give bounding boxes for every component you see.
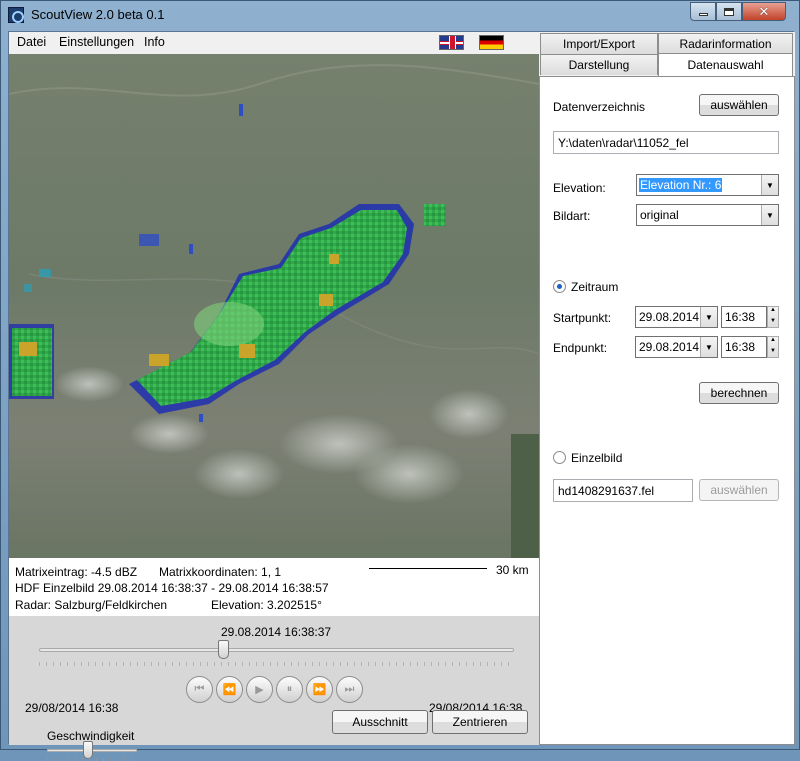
- matrix-coordinates: Matrixkoordinaten: 1, 1: [159, 565, 282, 579]
- end-date-value: 29.08.2014: [639, 340, 700, 354]
- rewind-button[interactable]: ⏪: [216, 676, 243, 703]
- start-date-value: 29.08.2014: [639, 310, 700, 324]
- chevron-down-icon: ▼: [700, 337, 717, 357]
- period-label[interactable]: Zeitraum: [571, 280, 618, 294]
- timeline-track[interactable]: [39, 648, 514, 652]
- timeline-ticks: [39, 662, 514, 666]
- current-time: 29.08.2014 16:38:37: [221, 625, 332, 639]
- radar-name: Radar: Salzburg/Feldkirchen: [15, 598, 168, 612]
- single-image-radio[interactable]: [553, 451, 566, 464]
- maximize-button[interactable]: [716, 2, 742, 21]
- info-panel: Matrixeintrag: -4.5 dBZ Matrixkoordinate…: [9, 558, 539, 616]
- start-time-spinner[interactable]: [767, 306, 779, 328]
- start-time-value: 16:38: [725, 310, 756, 324]
- center-button[interactable]: Zentrieren: [432, 710, 528, 734]
- matrix-value: Matrixeintrag: -4.5 dBZ: [15, 565, 138, 579]
- fast-forward-icon: ⏩: [312, 684, 327, 696]
- start-label: Startpunkt:: [553, 311, 612, 325]
- scale-label: 30 km: [496, 563, 529, 577]
- tab-data-selection[interactable]: Datenauswahl: [658, 53, 793, 76]
- compute-button[interactable]: berechnen: [699, 382, 779, 404]
- tab-radar-info[interactable]: Radarinformation: [658, 33, 793, 54]
- elevation-info: Elevation: 3.202515°: [211, 598, 322, 612]
- rewind-icon: ⏪: [222, 684, 237, 696]
- hdf-info: HDF Einzelbild 29.08.2014 16:38:37 - 29.…: [15, 581, 329, 595]
- first-frame-button[interactable]: ⏮: [186, 676, 213, 703]
- title-bar[interactable]: ScoutView 2.0 beta 0.1 ✕: [1, 1, 800, 31]
- play-button[interactable]: ▶: [246, 676, 273, 703]
- elevation-value: Elevation Nr.: 6: [639, 178, 723, 192]
- side-panel: Import/Export Radarinformation Darstellu…: [539, 32, 795, 745]
- client-area: Datei Einstellungen Info Matrixeintrag: …: [8, 31, 795, 761]
- chevron-down-icon: ▼: [761, 175, 778, 195]
- tab-display[interactable]: Darstellung: [540, 54, 658, 75]
- player-panel: 29.08.2014 16:38:37 29/08/2014 16:38 29/…: [9, 616, 539, 761]
- radar-map-image: [9, 54, 539, 558]
- image-type-select[interactable]: original ▼: [636, 204, 779, 226]
- end-time-value: 16:38: [725, 340, 756, 354]
- menu-datei[interactable]: Datei: [17, 35, 46, 49]
- elevation-label: Elevation:: [553, 181, 606, 195]
- pause-button[interactable]: ⏸: [276, 676, 303, 703]
- single-image-field[interactable]: hd1408291637.fel: [553, 479, 693, 502]
- radar-map[interactable]: [9, 54, 539, 558]
- timeline-slider-thumb[interactable]: [218, 640, 230, 659]
- fast-forward-button[interactable]: ⏩: [306, 676, 333, 703]
- tab-import-export[interactable]: Import/Export: [540, 33, 658, 54]
- end-time-spinner[interactable]: [767, 336, 779, 358]
- last-icon: ⏭: [344, 683, 355, 695]
- minimize-button[interactable]: [690, 2, 716, 21]
- chevron-down-icon: ▼: [700, 307, 717, 327]
- menu-info[interactable]: Info: [144, 35, 165, 49]
- start-time-field[interactable]: 16:38: [721, 306, 767, 328]
- chevron-down-icon: ▼: [761, 205, 778, 225]
- german-flag-icon[interactable]: [479, 35, 504, 50]
- end-label: Endpunkt:: [553, 341, 608, 355]
- minimize-icon: [698, 13, 708, 16]
- directory-label: Datenverzeichnis: [553, 100, 646, 114]
- first-icon: ⏮: [194, 683, 205, 695]
- select-directory-button[interactable]: auswählen: [699, 94, 779, 116]
- image-type-label: Bildart:: [553, 209, 591, 223]
- close-icon: ✕: [758, 3, 770, 19]
- radar-app-icon: [8, 7, 24, 23]
- app-window: ScoutView 2.0 beta 0.1 ✕ Datei Einstellu…: [0, 0, 800, 761]
- timeline-start: 29/08/2014 16:38: [25, 701, 119, 715]
- last-frame-button[interactable]: ⏭: [336, 676, 363, 703]
- close-button[interactable]: ✕: [742, 2, 786, 21]
- cut-button[interactable]: Ausschnitt: [332, 710, 428, 734]
- image-type-value: original: [640, 208, 679, 222]
- elevation-select[interactable]: Elevation Nr.: 6 ▼: [636, 174, 779, 196]
- pause-icon: ⏸: [286, 683, 293, 695]
- maximize-icon: [724, 7, 734, 16]
- directory-field[interactable]: Y:\daten\radar\11052_fel: [553, 131, 779, 154]
- select-single-image-button[interactable]: auswählen: [699, 479, 779, 501]
- data-selection-page: Datenverzeichnis auswählen Y:\daten\rada…: [539, 76, 795, 745]
- play-icon: ▶: [255, 684, 264, 696]
- menu-einstellungen[interactable]: Einstellungen: [59, 35, 134, 49]
- end-time-field[interactable]: 16:38: [721, 336, 767, 358]
- menu-bar: Datei Einstellungen Info: [9, 32, 539, 54]
- window-title: ScoutView 2.0 beta 0.1: [31, 7, 165, 22]
- start-date-picker[interactable]: 29.08.2014 ▼: [635, 306, 718, 328]
- scale-bar: [369, 568, 487, 569]
- speed-slider-thumb[interactable]: [82, 741, 93, 759]
- single-image-label[interactable]: Einzelbild: [571, 451, 622, 465]
- period-radio[interactable]: [553, 280, 566, 293]
- uk-flag-icon[interactable]: [439, 35, 464, 50]
- end-date-picker[interactable]: 29.08.2014 ▼: [635, 336, 718, 358]
